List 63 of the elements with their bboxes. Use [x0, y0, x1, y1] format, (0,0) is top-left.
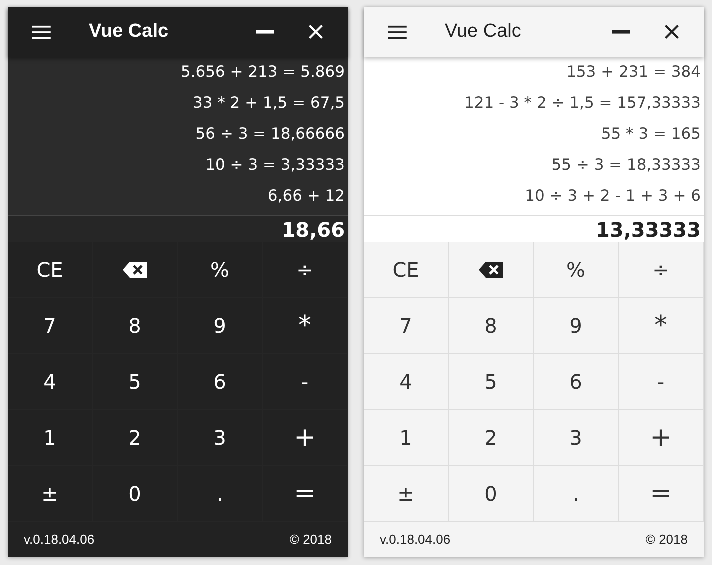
history-entry: 55 ÷ 3 = 18,33333 — [552, 155, 701, 176]
calculator-key[interactable]: . — [534, 466, 619, 522]
copyright-label: © 2018 — [290, 532, 332, 547]
calculator-key[interactable]: + — [263, 410, 348, 466]
calculator-key[interactable]: 3 — [534, 410, 619, 466]
history-entry: 5.656 + 213 = 5.869 — [180, 62, 345, 83]
copyright-label: © 2018 — [646, 532, 688, 547]
history-entry: 6,66 + 12 — [268, 186, 345, 207]
calculator-key[interactable]: * — [619, 298, 704, 354]
window-title: Vue Calc — [445, 21, 522, 43]
history-entry: 10 ÷ 3 = 3,33333 — [206, 155, 345, 176]
calculator-key[interactable]: - — [619, 354, 704, 410]
version-label: v.0.18.04.06 — [24, 532, 95, 547]
menu-icon[interactable] — [388, 24, 407, 40]
calculator-key[interactable]: ± — [8, 466, 93, 522]
calculator-key[interactable]: % — [178, 242, 263, 298]
calculator-key[interactable]: 0 — [449, 466, 534, 522]
calculator-key[interactable]: . — [178, 466, 263, 522]
calculator-key[interactable]: 2 — [93, 410, 178, 466]
result-display: 13,33333 — [364, 215, 704, 242]
calculator-key[interactable]: 4 — [364, 354, 449, 410]
close-icon[interactable] — [664, 24, 680, 40]
calculator-key[interactable]: ÷ — [263, 242, 348, 298]
history-entry: 153 + 231 = 384 — [566, 62, 701, 83]
calculator-key[interactable]: - — [263, 354, 348, 410]
calculator-key[interactable]: 4 — [8, 354, 93, 410]
calculator-key[interactable]: % — [534, 242, 619, 298]
calculator-key[interactable]: 8 — [93, 298, 178, 354]
calculator-key[interactable]: 9 — [534, 298, 619, 354]
minimize-icon[interactable] — [612, 30, 630, 34]
history-entry: 10 ÷ 3 + 2 - 1 + 3 + 6 — [525, 186, 701, 207]
calculator-key[interactable]: = — [263, 466, 348, 522]
window-title: Vue Calc — [89, 21, 170, 43]
history-entry: 55 * 3 = 165 — [601, 124, 701, 145]
calculator-key[interactable]: 8 — [449, 298, 534, 354]
calculator-key[interactable]: 0 — [93, 466, 178, 522]
calculator-key[interactable]: CE — [8, 242, 93, 298]
calculator-key[interactable]: + — [619, 410, 704, 466]
calculator-key[interactable]: 7 — [8, 298, 93, 354]
backspace-icon — [122, 260, 148, 278]
version-label: v.0.18.04.06 — [380, 532, 451, 547]
calculator-key[interactable]: 9 — [178, 298, 263, 354]
history-entry: 56 ÷ 3 = 18,66666 — [196, 124, 345, 145]
calculator-key[interactable]: * — [263, 298, 348, 354]
calculator-key[interactable]: CE — [364, 242, 449, 298]
calculator-key[interactable]: 1 — [8, 410, 93, 466]
calculator-key[interactable]: 6 — [178, 354, 263, 410]
calculator-key[interactable]: ± — [364, 466, 449, 522]
calculator-key[interactable]: 5 — [449, 354, 534, 410]
history-entry: 33 * 2 + 1,5 = 67,5 — [192, 93, 345, 114]
calculator-key[interactable] — [93, 242, 178, 298]
calculator-key[interactable]: 3 — [178, 410, 263, 466]
calculator-key[interactable]: 6 — [534, 354, 619, 410]
result-display: 18,66 — [8, 215, 348, 242]
calculator-key[interactable]: = — [619, 466, 704, 522]
calculator-key[interactable]: 1 — [364, 410, 449, 466]
calculator-key[interactable]: 5 — [93, 354, 178, 410]
history-entry: 121 - 3 * 2 ÷ 1,5 = 157,33333 — [464, 93, 701, 114]
calculator-key[interactable]: 2 — [449, 410, 534, 466]
calculator-key[interactable]: 7 — [364, 298, 449, 354]
calculator-key[interactable]: ÷ — [619, 242, 704, 298]
menu-icon[interactable] — [32, 24, 51, 40]
backspace-icon — [478, 260, 504, 278]
